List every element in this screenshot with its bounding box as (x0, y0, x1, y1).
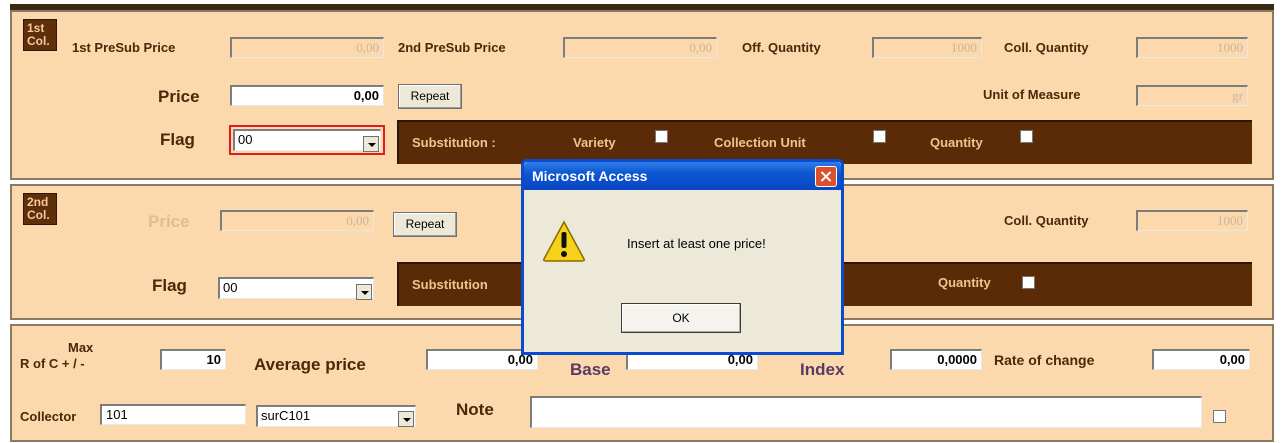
price-label-2: Price (148, 212, 190, 231)
off-quantity-label: Off. Quantity (742, 40, 821, 55)
ok-button[interactable]: OK (621, 303, 741, 333)
dialog-message: Insert at least one price! (627, 236, 766, 251)
rate-of-change-label: Rate of change (994, 352, 1095, 368)
chevron-down-icon[interactable] (356, 284, 372, 300)
presub1-price-label: 1st PreSub Price (72, 40, 176, 55)
price-label: Price (158, 87, 200, 106)
presub2-price-field[interactable]: 0,00 (563, 37, 717, 58)
coll-quantity-field-2[interactable]: 1000 (1136, 210, 1248, 231)
coll-quantity-label: Coll. Quantity (1004, 40, 1089, 55)
chevron-down-icon[interactable] (363, 136, 379, 152)
collector-label: Collector (20, 409, 77, 424)
badge-line2: Col. (27, 208, 50, 222)
flag-dropdown[interactable]: 00 (233, 129, 381, 152)
repeat-button-2[interactable]: Repeat (393, 212, 457, 237)
repeat-button[interactable]: Repeat (398, 84, 462, 109)
flag-label: Flag (160, 130, 195, 149)
first-collection-badge: 1st Col. (23, 19, 57, 51)
flag-dropdown-2[interactable]: 00 (218, 277, 374, 300)
dialog-title: Microsoft Access (532, 168, 648, 184)
second-collection-badge: 2nd Col. (23, 193, 57, 225)
off-quantity-field[interactable]: 1000 (872, 37, 982, 58)
quantity-label-2: Quantity (938, 275, 991, 290)
collector-combo-value: surC101 (261, 408, 311, 423)
max-roc-input[interactable]: 10 (160, 349, 226, 370)
index-field[interactable]: 0,0000 (890, 349, 982, 370)
quantity-checkbox[interactable] (1020, 130, 1033, 143)
coll-quantity-field[interactable]: 1000 (1136, 37, 1248, 58)
presub1-price-field[interactable]: 0,00 (230, 37, 384, 58)
collector-input[interactable]: 101 (100, 404, 246, 425)
close-icon[interactable] (815, 166, 837, 187)
substitution-label-2: Substitution (412, 277, 488, 292)
quantity-checkbox-2[interactable] (1022, 276, 1035, 289)
unit-of-measure-label: Unit of Measure (983, 87, 1081, 102)
chevron-down-icon[interactable] (398, 411, 414, 427)
base-label: Base (570, 360, 611, 379)
max-roc-label-line1: Max (68, 340, 94, 355)
note-label: Note (456, 400, 494, 419)
substitution-label: Substitution : (412, 135, 496, 150)
variety-checkbox[interactable] (655, 130, 668, 143)
price-field-2[interactable]: 0,00 (220, 210, 374, 231)
note-checkbox[interactable] (1213, 410, 1226, 423)
flag-label-2: Flag (152, 276, 187, 295)
warning-icon (543, 220, 585, 262)
note-input[interactable] (530, 396, 1202, 428)
flag-value-2: 00 (223, 280, 238, 295)
microsoft-access-dialog: Microsoft Access Insert at least one pri… (521, 159, 844, 355)
collection-unit-checkbox[interactable] (873, 130, 886, 143)
price-input[interactable]: 0,00 (230, 85, 384, 106)
collection-unit-label: Collection Unit (714, 135, 806, 150)
index-label: Index (800, 360, 845, 379)
collector-dropdown[interactable]: surC101 (256, 405, 416, 427)
substitution-bar (397, 120, 1252, 164)
rate-of-change-field[interactable]: 0,00 (1152, 349, 1250, 370)
dialog-title-bar[interactable]: Microsoft Access (524, 162, 841, 190)
unit-of-measure-field[interactable]: gr (1136, 85, 1248, 106)
badge-line2: Col. (27, 34, 50, 48)
average-price-label: Average price (254, 355, 366, 374)
presub2-price-label: 2nd PreSub Price (398, 40, 506, 55)
quantity-label: Quantity (930, 135, 983, 150)
max-roc-label-line2: R of C + / - (20, 356, 85, 371)
coll-quantity-label-2: Coll. Quantity (1004, 213, 1089, 228)
variety-label: Variety (573, 135, 616, 150)
flag-value: 00 (238, 132, 253, 147)
